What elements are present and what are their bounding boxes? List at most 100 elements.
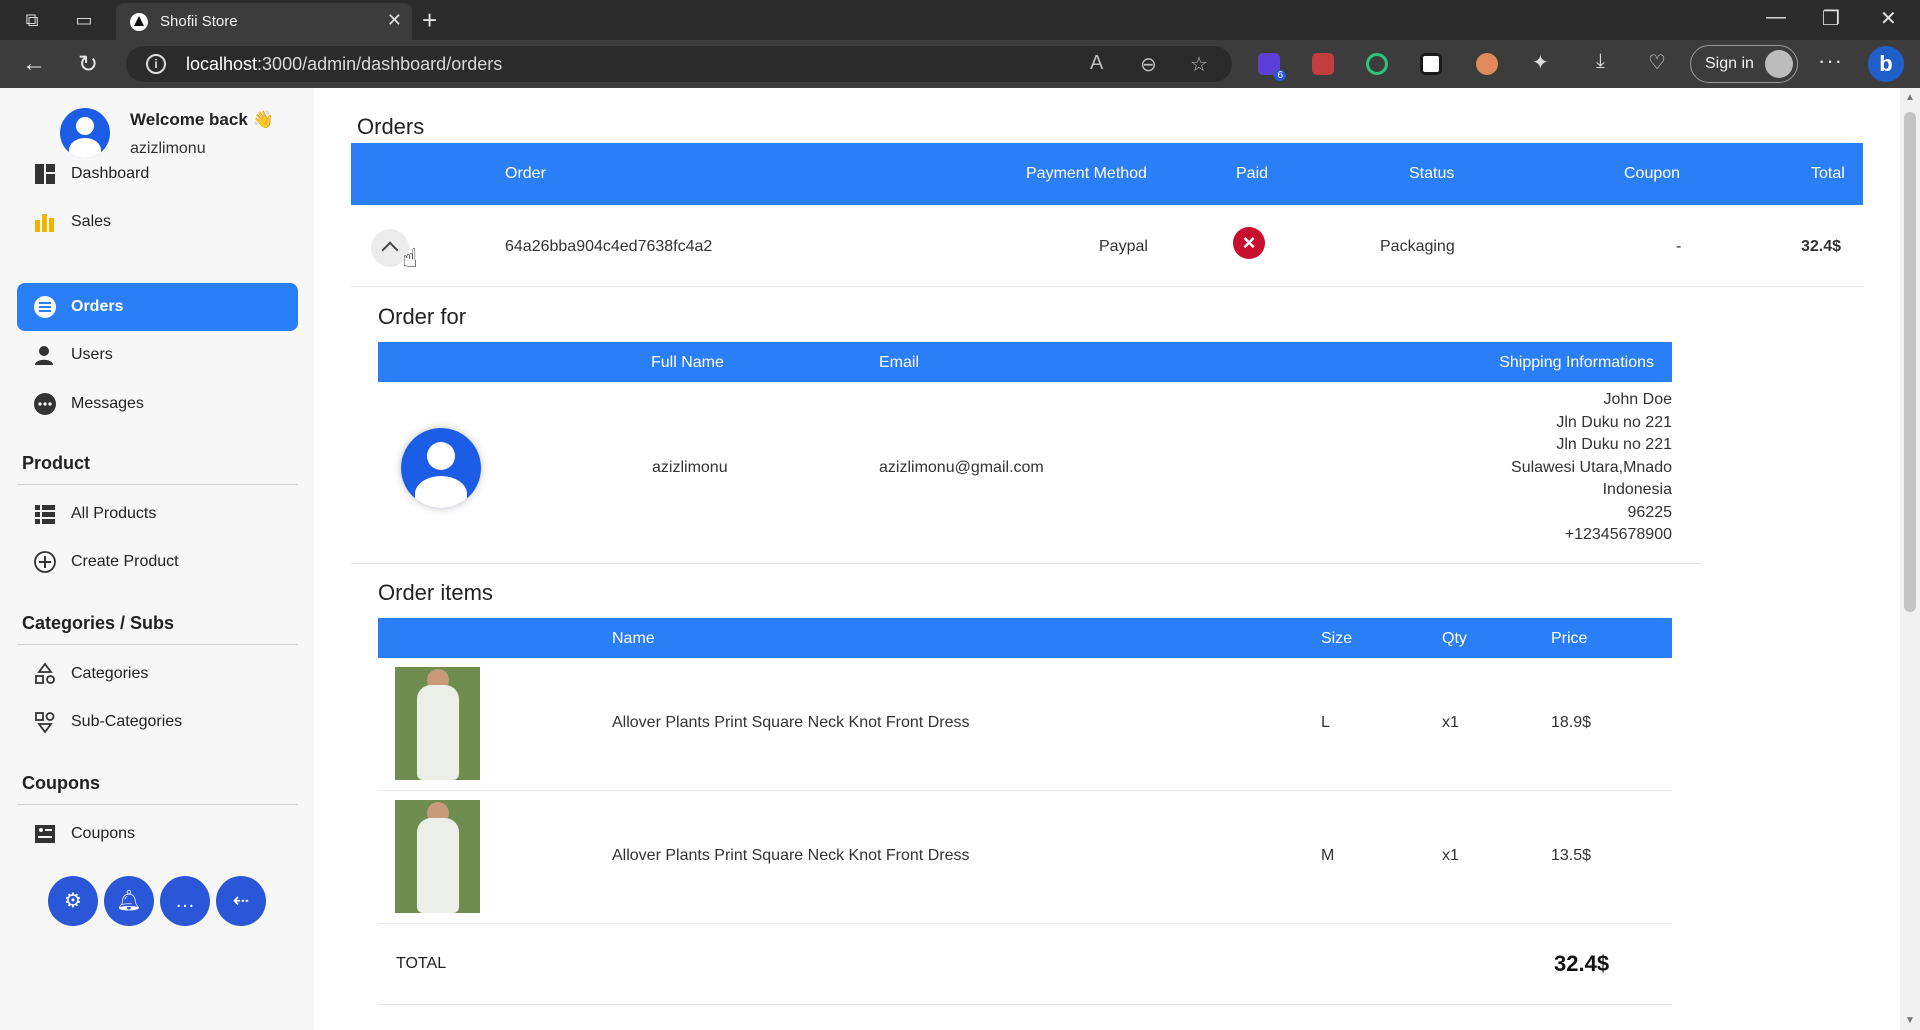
extension-icon[interactable]: 6 [1258, 53, 1286, 81]
restore-icon[interactable]: ❐ [1822, 6, 1840, 31]
sidebar-item-label: Sales [71, 213, 112, 230]
order-id: 64a26bba904c4ed7638fc4a2 [505, 238, 713, 255]
sidebar: Welcome back 👋 azizlimonu Dashboard Sale… [0, 88, 314, 1030]
col-total: Total [1811, 165, 1845, 182]
more-menu-icon[interactable]: ··· [1818, 48, 1843, 74]
site-favicon-icon [130, 13, 148, 31]
shipping-line: +12345678900 [1564, 526, 1672, 543]
minimize-icon[interactable]: — [1766, 6, 1786, 29]
character-extension-icon[interactable] [1476, 53, 1498, 75]
workspaces-icon[interactable]: ⧉ [20, 8, 44, 32]
scroll-down-icon[interactable]: ▼ [1905, 1015, 1915, 1026]
logout-icon: ⇠ [232, 890, 250, 912]
sign-in-button[interactable]: Sign in [1690, 45, 1798, 83]
order-coupon: - [1676, 238, 1682, 255]
col-full-name: Full Name [651, 354, 724, 371]
extension-badge: 6 [1274, 70, 1286, 81]
col-shipping: Shipping Informations [1499, 354, 1654, 371]
unpaid-x-icon: × [1233, 227, 1265, 259]
mouse-cursor-icon: ☝ [402, 243, 418, 273]
sidebar-item-label: All Products [71, 505, 157, 522]
scrollbar-thumb[interactable] [1904, 112, 1916, 612]
calendar-extension-icon[interactable] [1312, 53, 1334, 75]
sidebar-item-sub-categories[interactable]: Sub-Categories [17, 698, 298, 746]
shipping-line: 96225 [1627, 504, 1673, 521]
col-email: Email [879, 354, 920, 371]
notifications-button[interactable]: 🔔︎ [104, 876, 154, 926]
sidebar-item-messages[interactable]: Messages [17, 380, 298, 428]
sidebar-item-create-product[interactable]: Create Product [17, 538, 298, 586]
site-info-icon[interactable]: i [146, 54, 166, 74]
section-title-categories: Categories / Subs [22, 613, 175, 633]
section-divider [17, 644, 298, 645]
dashboard-icon [35, 164, 55, 184]
col-size: Size [1321, 630, 1353, 647]
zoom-icon[interactable]: ⊖ [1140, 52, 1157, 77]
order-total: 32.4$ [1801, 238, 1842, 255]
page-scrollbar[interactable]: ▲ ▼ [1900, 88, 1920, 1030]
sidebar-item-label: Messages [71, 395, 144, 412]
col-price: Price [1551, 630, 1588, 647]
order-row[interactable]: 64a26bba904c4ed7638fc4a2 Paypal × Packag… [351, 205, 1863, 287]
favorite-star-icon[interactable]: ☆ [1190, 52, 1208, 77]
extensions-puzzle-icon[interactable]: ✦ [1532, 50, 1549, 75]
sidebar-item-label: Coupons [71, 825, 136, 842]
copilot-icon[interactable]: b [1868, 46, 1904, 82]
settings-button[interactable]: ⚙ [48, 876, 98, 926]
sidebar-item-sales[interactable]: Sales [17, 198, 298, 246]
order-status: Packaging [1380, 238, 1455, 255]
logout-button[interactable]: ⇠ [216, 876, 266, 926]
sidebar-item-dashboard[interactable]: Dashboard [17, 150, 298, 198]
sidebar-item-label: Dashboard [71, 165, 150, 182]
shipping-line: John Doe [1603, 391, 1673, 408]
order-items-title: Order items [378, 580, 493, 605]
browser-tab[interactable]: Shofii Store ✕ [116, 3, 412, 40]
customer-full-name: azizlimonu [652, 459, 728, 476]
read-aloud-icon[interactable]: A [1090, 52, 1103, 75]
section-divider [17, 484, 298, 485]
total-value: 32.4$ [1554, 951, 1610, 976]
back-icon[interactable]: ← [22, 50, 46, 78]
product-image [395, 667, 480, 780]
chat-button[interactable]: … [160, 876, 210, 926]
section-title-product: Product [22, 453, 91, 473]
order-item-row: Allover Plants Print Square Neck Knot Fr… [378, 658, 1672, 791]
sidebar-item-categories[interactable]: Categories [17, 650, 298, 698]
shipping-info: John Doe Jln Duku no 221 Jln Duku no 221… [1272, 391, 1672, 561]
orders-table-header: Order Payment Method Paid Status Coupon … [351, 143, 1863, 205]
scroll-up-icon[interactable]: ▲ [1905, 92, 1915, 103]
close-tab-icon[interactable]: ✕ [387, 10, 402, 31]
refresh-icon[interactable]: ↻ [78, 50, 98, 79]
col-status: Status [1409, 165, 1455, 182]
sidebar-item-all-products[interactable]: All Products [17, 490, 298, 538]
bell-icon: 🔔︎ [116, 890, 142, 912]
tab-actions-icon[interactable]: ▭ [72, 8, 96, 32]
list-icon [34, 296, 56, 318]
sidebar-item-orders[interactable]: Orders [17, 283, 298, 331]
col-order: Order [505, 165, 546, 182]
new-tab-icon[interactable]: + [422, 5, 437, 36]
order-items-header: Name Size Qty Price [378, 618, 1672, 658]
downloads-icon[interactable]: ⤓ [1596, 50, 1605, 73]
url-text[interactable]: localhost:3000/admin/dashboard/orders [186, 54, 502, 75]
messages-icon [34, 393, 56, 415]
performance-icon[interactable]: ♡ [1648, 50, 1666, 75]
sub-categories-icon [35, 712, 55, 734]
sign-in-label: Sign in [1705, 55, 1754, 72]
sidebar-item-label: Orders [71, 298, 124, 315]
close-window-icon[interactable]: ✕ [1880, 6, 1897, 31]
sidebar-item-coupons[interactable]: Coupons [17, 810, 298, 858]
settings-gear-icon: ⚙ [64, 890, 82, 912]
sidebar-item-label: Create Product [71, 553, 179, 570]
page-title: Orders [357, 114, 425, 139]
users-icon [35, 346, 53, 365]
url-field[interactable]: i localhost:3000/admin/dashboard/orders … [126, 46, 1232, 82]
target-extension-icon[interactable] [1366, 53, 1388, 75]
order-for-title: Order for [378, 304, 467, 329]
order-payment-method: Paypal [1099, 238, 1148, 255]
sidebar-item-label: Categories [71, 665, 149, 682]
sidebar-item-users[interactable]: Users [17, 331, 298, 379]
col-name: Name [612, 630, 655, 647]
order-item-row: Allover Plants Print Square Neck Knot Fr… [378, 791, 1672, 924]
code-extension-icon[interactable] [1420, 53, 1442, 75]
